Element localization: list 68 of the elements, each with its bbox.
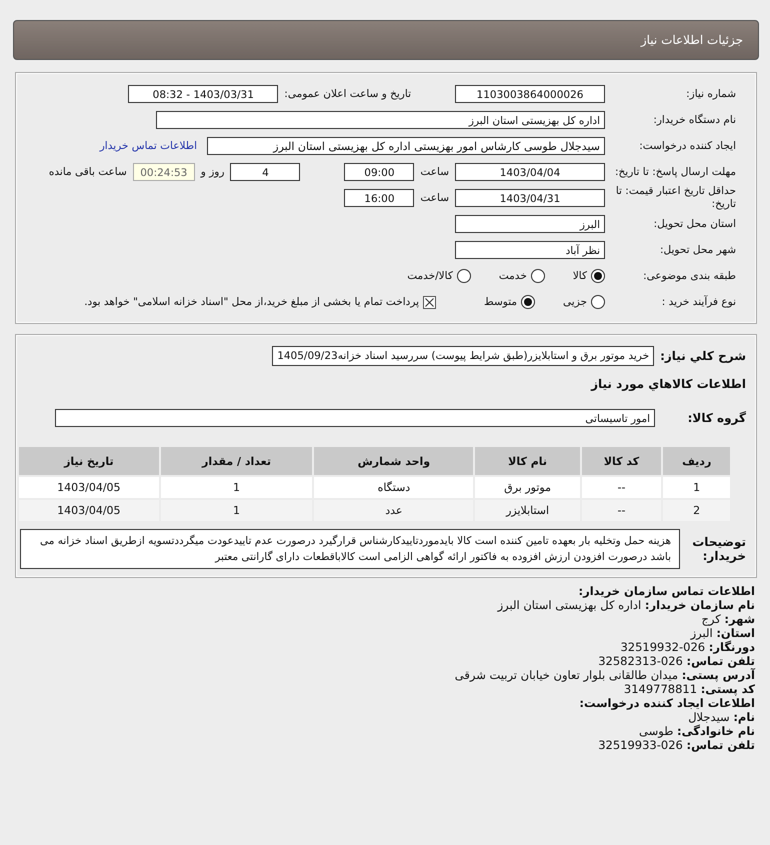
contact-line: استان: البرز (689, 626, 755, 640)
buyer-contact-link[interactable]: اطلاعات تماس خریدار (100, 140, 197, 152)
city-field: نظر آباد (455, 241, 605, 259)
summary-field: خرید موتور برق و استابلایزر(طبق شرایط پیوست) سررسید اسناد خزانه1405/09/23 (272, 346, 654, 366)
need-number-field: 1103003864000026 (455, 85, 605, 103)
contact-line: نام سازمان خریدار: اداره کل بهزیستی استان البرز (496, 598, 755, 612)
table-cell: -- (582, 477, 662, 498)
field-label: ایجاد کننده درخواست: (638, 140, 736, 152)
process-radio[interactable]: جزیی (563, 295, 605, 309)
field-label: گروه کالا: (686, 411, 746, 425)
contact-line: آدرس پستی: میدان طالقانی بلوار تعاون خیابان تربیت شرقی (454, 668, 755, 682)
field-label: تاریخ و ساعت اعلان عمومی: (284, 88, 411, 100)
process-radio[interactable]: متوسط (484, 295, 536, 309)
creator-heading: اطلاعات ایجاد کننده درخواست: (578, 696, 755, 710)
countdown-field: 00:24:53 (132, 163, 195, 181)
deadline-date-field: 1403/04/04 (455, 163, 605, 181)
table-cell: 1403/04/05 (19, 500, 159, 521)
field-label: نام دستگاه خريدار: (652, 114, 736, 126)
validity-time-field: 16:00 (344, 189, 414, 207)
field-label: شهر محل تحویل: (659, 244, 736, 256)
table-cell: 1403/04/05 (19, 477, 159, 498)
column-header: کد کالا (582, 447, 662, 475)
column-header: واحد شمارش (314, 447, 474, 475)
field-label: نوع فرآیند خرید : (660, 296, 736, 308)
checkbox-label: پرداخت تمام یا بخشی از مبلغ خرید،از محل "اسناد خزانه اسلامی" خواهد بود. (84, 296, 420, 308)
announce-date-field: 1403/03/31 - 08:32 (128, 85, 278, 103)
section-heading: اطلاعات کالاهاي مورد نياز (590, 377, 746, 391)
field-label: طبقه بندی موضوعی: (642, 270, 736, 282)
buyer-notes-field: هزینه حمل وتخلیه بار بعهده تامین کننده است کالا بایدموردتاییدکارشناس قرارگیرد درصورت عدم تاییدعودت میگرددتسویه ازطریق اسناد خزانه می باشد درصورت افزودن ارزش افزوده به فاکتور ارائه گواهی الزامی است کالاباقطعات دارای گارانتی معتبر (20, 529, 680, 569)
table-cell: -- (582, 500, 662, 521)
table-cell: 1 (160, 477, 312, 498)
column-header: نام کالا (475, 447, 580, 475)
table-cell: دستگاه (314, 477, 474, 498)
field-label: ساعت (420, 192, 449, 204)
table-cell: 2 (663, 500, 730, 521)
contact-line: نام خانوادگی: طوسی (638, 724, 755, 738)
deadline-time-field: 09:00 (344, 163, 414, 181)
validity-date-field: 1403/04/31 (455, 189, 605, 207)
column-header: تعداد / مقدار (160, 447, 312, 475)
column-header: رديف (663, 447, 730, 475)
table-cell: 1 (663, 477, 730, 498)
category-radio[interactable]: کالا/خدمت (407, 269, 471, 283)
creator-field: سیدجلال طوسی کارشاس امور بهزیستی اداره کل بهزیستی استان البرز (207, 137, 605, 155)
contact-line: نام: سیدجلال (687, 710, 755, 724)
contact-line: شهر: کرج (700, 612, 755, 626)
column-header: تاريخ نياز (19, 447, 159, 475)
table-cell: عدد (314, 500, 474, 521)
field-label: ساعت (420, 166, 449, 178)
page-title: جزئیات اطلاعات نیاز (640, 33, 743, 47)
table-cell: 1 (160, 500, 312, 521)
field-label: شرح کلي نياز: (660, 349, 746, 363)
field-label: استان محل تحویل: (652, 218, 736, 230)
contact-heading: اطلاعات تماس سازمان خریدار: (577, 584, 755, 598)
field-label: مهلت ارسال پاسخ: تا تاریخ: (614, 166, 736, 178)
table-cell: استابلایزر (475, 500, 580, 521)
days-field: 4 (230, 163, 300, 181)
buyer-field: اداره کل بهزیستی استان البرز (156, 111, 605, 129)
field-label: توضیحات خریدار: (691, 534, 746, 564)
table-cell: موتور برق (475, 477, 580, 498)
field-label: ساعت باقی مانده (48, 166, 127, 178)
category-radio[interactable]: خدمت (498, 269, 545, 283)
field-label: روز و (200, 166, 224, 178)
field-label: شماره نیاز: (685, 88, 736, 100)
category-radio[interactable]: کالا (572, 269, 605, 283)
field-label: حداقل تاریخ اعتبار قیمت: تا تاریخ: (614, 185, 736, 211)
goods-group-field: امور تاسیساتی (55, 409, 655, 427)
province-field: البرز (455, 215, 605, 233)
treasury-payment-checkbox[interactable] (423, 296, 436, 308)
